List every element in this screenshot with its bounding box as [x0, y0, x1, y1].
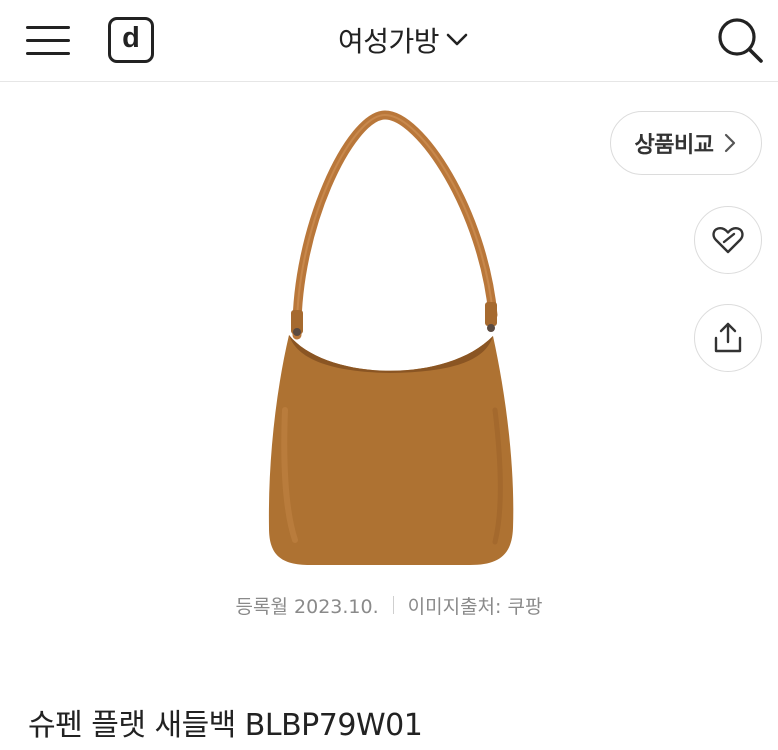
registered-date: 등록월 2023.10. [235, 595, 379, 618]
product-meta: 등록월 2023.10. 이미지출처: 쿠팡 [0, 590, 778, 620]
chevron-down-icon [446, 33, 468, 46]
like-button[interactable] [694, 206, 762, 274]
share-icon [714, 322, 742, 353]
image-source-link[interactable]: 이미지출처: 쿠팡 [408, 592, 543, 619]
menu-line [26, 38, 70, 42]
search-icon[interactable] [716, 16, 764, 64]
meta-divider [392, 596, 394, 614]
menu-line [26, 51, 70, 55]
compare-label: 상품비교 [634, 133, 714, 158]
top-header: d 여성가방 [0, 0, 778, 82]
hamburger-menu-icon[interactable] [26, 18, 72, 62]
product-image[interactable] [255, 110, 525, 580]
menu-line [26, 25, 70, 29]
compare-button[interactable]: 상품비교 [610, 111, 762, 175]
heart-tag-icon [712, 227, 744, 254]
share-button[interactable] [694, 304, 762, 372]
category-select[interactable]: 여성가방 [338, 18, 469, 62]
product-title: 슈펜 플랫 새들백 BLBP79W01 [28, 708, 423, 743]
product-page: d 여성가방 상품비교 등록월 2023.10. 이미지출처: 쿠팡 슈펜 플랫… [0, 0, 778, 750]
logo[interactable]: d [108, 17, 154, 63]
chevron-right-icon [725, 133, 736, 153]
category-label: 여성가방 [338, 25, 440, 58]
